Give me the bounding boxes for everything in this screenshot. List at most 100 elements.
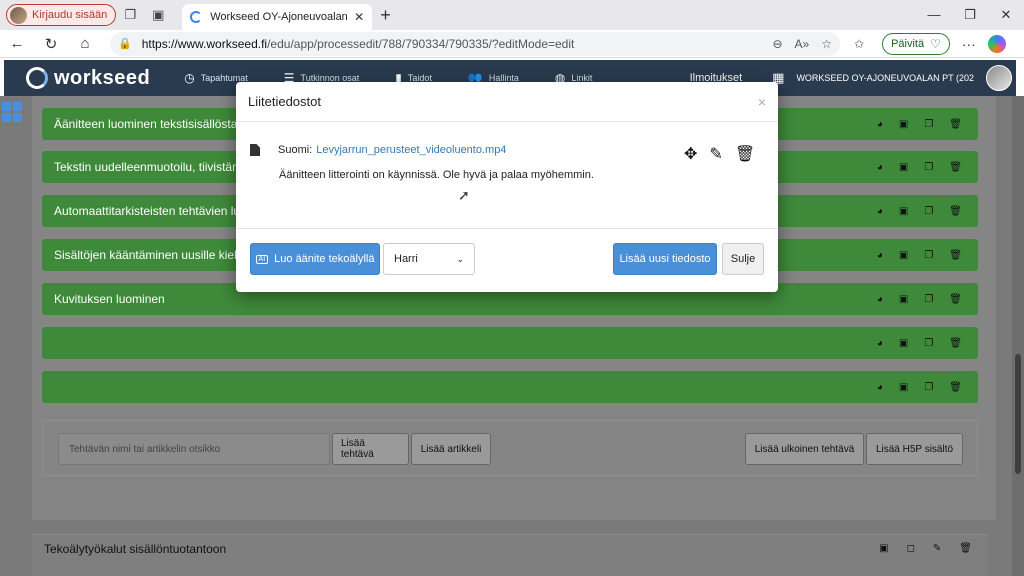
restore-icon[interactable]: ❐	[952, 7, 988, 23]
trash-icon[interactable]: 🗑	[949, 119, 962, 130]
view-icon[interactable]: ▣	[899, 250, 908, 261]
view-icon[interactable]: ▣	[899, 119, 908, 130]
ai-tools-title: Tekoälytyökalut sisällöntuotantoon	[44, 542, 227, 556]
view-icon[interactable]: ▣	[899, 382, 908, 393]
trash-icon[interactable]: 🗑	[949, 250, 962, 261]
task-row-title: Tekstin uudelleenmuotoilu, tiivistäm	[54, 160, 243, 174]
tab-actions-icon[interactable]: ▣	[144, 4, 172, 26]
update-button[interactable]: Päivitä ♡	[882, 32, 950, 55]
add-new-file-button[interactable]: Lisää uusi tiedosto	[613, 243, 717, 275]
trash-icon[interactable]: 🗑	[959, 543, 972, 554]
create-ai-audio-button[interactable]: AI Luo äänite tekoälyllä	[250, 243, 380, 275]
palette-icon[interactable]: ◕	[877, 338, 883, 349]
trash-icon[interactable]: 🗑	[949, 338, 962, 349]
page-scrollbar[interactable]	[1012, 96, 1024, 576]
user-avatar[interactable]	[986, 65, 1012, 91]
workspaces-icon[interactable]: ❐	[116, 4, 144, 26]
read-aloud-icon[interactable]: A»	[795, 37, 810, 51]
edit-icon[interactable]: ✎	[933, 543, 941, 554]
file-link[interactable]: Levyjarrun_perusteet_videoluento.mp4	[316, 144, 506, 156]
minimize-icon[interactable]: —	[916, 7, 952, 23]
clock-icon: ◷	[184, 71, 195, 85]
add-h5p-button[interactable]: Lisää H5P sisältö	[866, 433, 963, 465]
copy-icon[interactable]: ❐	[924, 206, 933, 217]
add-task-button[interactable]: Lisää tehtävä	[332, 433, 409, 465]
palette-icon[interactable]: ◕	[877, 294, 883, 305]
palette-icon[interactable]: ◕	[877, 382, 883, 393]
trash-icon[interactable]: 🗑	[735, 144, 755, 164]
copilot-icon[interactable]	[987, 34, 1006, 53]
add-external-task-button[interactable]: Lisää ulkoinen tehtävä	[745, 433, 864, 465]
favorites-icon[interactable]: ✩	[854, 37, 864, 51]
modal-title: Liitetiedostot	[248, 94, 321, 109]
browser-tab-active[interactable]: Workseed OY-Ajoneuvoalan PT (2 ✕	[182, 4, 373, 30]
move-icon[interactable]: ✥	[684, 144, 697, 164]
layout-grid-icon[interactable]	[2, 102, 22, 122]
favorite-star-icon[interactable]: ☆	[821, 37, 832, 51]
back-icon[interactable]: ←	[0, 35, 34, 52]
modal-footer: AI Luo äänite tekoälyllä Harri ⌄ Lisää u…	[236, 228, 778, 292]
copy-icon[interactable]: ❐	[924, 294, 933, 305]
row-actions: ◕ ▣ ❐ 🗑	[877, 119, 962, 130]
edit-icon[interactable]: ✎	[709, 144, 722, 164]
profile-button[interactable]: Kirjaudu sisään	[6, 4, 117, 26]
trash-icon[interactable]: 🗑	[949, 206, 962, 217]
url-text: https://www.workseed.fi/edu/app/processe…	[142, 37, 761, 51]
view-icon[interactable]: ▣	[899, 162, 908, 173]
url-path: /edu/app/processedit/788/790334/790335/?…	[267, 36, 575, 51]
palette-icon[interactable]: ◕	[877, 206, 883, 217]
row-actions: ◕ ▣ ❐ 🗑	[877, 338, 962, 349]
ai-tools-actions: ▣ ◻ ✎ 🗑	[879, 543, 972, 554]
home-icon[interactable]: ⌂	[68, 35, 102, 52]
view-icon[interactable]: ▣	[899, 338, 908, 349]
palette-icon[interactable]: ◕	[877, 250, 883, 261]
loading-spinner-icon	[190, 11, 203, 23]
task-name-input[interactable]: Tehtävän nimi tai artikkelin otsikko	[58, 433, 330, 465]
palette-icon[interactable]: ◕	[877, 162, 883, 173]
palette-icon[interactable]: ◕	[877, 119, 883, 130]
row-actions: ◕ ▣ ❐ 🗑	[877, 162, 962, 173]
modal-close-icon[interactable]: ×	[758, 94, 766, 110]
lock-icon[interactable]: 🔒	[118, 37, 132, 50]
toggle-icon[interactable]: ◻	[907, 543, 915, 554]
row-actions: ◕ ▣ ❐ 🗑	[877, 382, 962, 393]
close-button[interactable]: Sulje	[722, 243, 764, 275]
workseed-logo-icon	[26, 67, 48, 89]
close-window-icon[interactable]: ✕	[988, 7, 1024, 23]
copy-icon[interactable]: ❐	[924, 119, 933, 130]
task-row-title: Kuvituksen luominen	[54, 292, 165, 306]
view-icon[interactable]: ▣	[899, 206, 908, 217]
trash-icon[interactable]: 🗑	[949, 382, 962, 393]
task-name-placeholder: Tehtävän nimi tai artikkelin otsikko	[69, 443, 221, 455]
scrollbar-thumb[interactable]	[1015, 354, 1021, 474]
ai-icon: AI	[255, 254, 269, 264]
copy-icon[interactable]: ❐	[924, 382, 933, 393]
close-tab-icon[interactable]: ✕	[354, 10, 364, 24]
copy-icon[interactable]: ❐	[924, 250, 933, 261]
reload-icon[interactable]: ↻	[34, 35, 68, 53]
copy-icon[interactable]: ❐	[924, 338, 933, 349]
brand-name: workseed	[54, 66, 151, 89]
new-tab-icon[interactable]: +	[380, 5, 391, 26]
view-icon[interactable]: ▣	[899, 294, 908, 305]
organization-name[interactable]: WORKSEED OY-AJONEUVOALAN PT (202	[796, 73, 974, 83]
add-article-button[interactable]: Lisää artikkeli	[411, 433, 491, 465]
modal-header: Liitetiedostot ×	[236, 82, 778, 122]
zoom-icon[interactable]: ⊖	[772, 37, 782, 51]
more-menu-icon[interactable]: ···	[962, 36, 976, 52]
trash-icon[interactable]: 🗑	[949, 162, 962, 173]
profile-label: Kirjaudu sisään	[32, 9, 108, 21]
attachments-modal: Liitetiedostot × Suomi: Levyjarrun_perus…	[236, 82, 778, 292]
brand-logo[interactable]: workseed	[26, 67, 150, 90]
task-row[interactable]: ◕ ▣ ❐ 🗑	[42, 327, 978, 359]
trash-icon[interactable]: 🗑	[949, 294, 962, 305]
task-row-title: Sisältöjen kääntäminen uusille kielil	[54, 248, 243, 262]
file-icon	[250, 144, 260, 156]
view-icon[interactable]: ▣	[879, 543, 888, 554]
url-field[interactable]: 🔒 https://www.workseed.fi/edu/app/proces…	[110, 31, 840, 56]
task-row[interactable]: ◕ ▣ ❐ 🗑	[42, 371, 978, 403]
voice-select[interactable]: Harri ⌄	[383, 243, 475, 275]
task-row-title: Automaattitarkisteisten tehtävien lu	[54, 204, 241, 218]
copy-icon[interactable]: ❐	[924, 162, 933, 173]
task-row-title: Äänitteen luominen tekstisisällösta	[54, 117, 238, 131]
